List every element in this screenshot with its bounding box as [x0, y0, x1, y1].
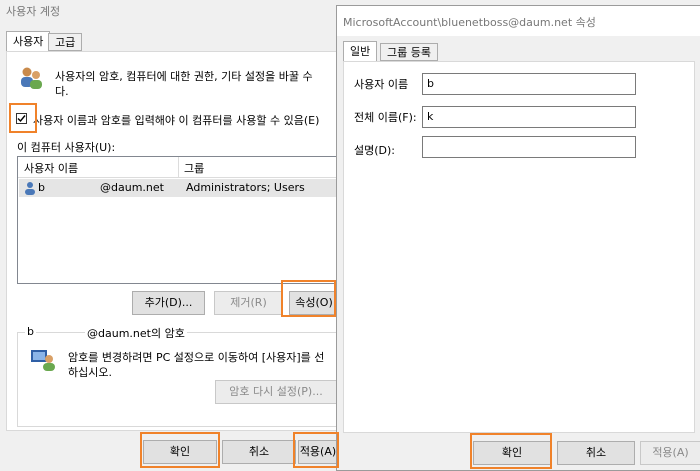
username-label: 사용자 이름 — [354, 78, 409, 91]
users-table[interactable]: 사용자 이름 그룹 b @daum.net Administrators; Us… — [17, 156, 338, 284]
cancel-button[interactable]: 취소 — [557, 441, 635, 465]
password-group-title: @daum.net의 암호 — [85, 325, 187, 341]
column-header-username[interactable]: 사용자 이름 — [24, 160, 78, 176]
tab-general[interactable]: 일반 — [343, 41, 378, 62]
check-icon — [17, 115, 26, 123]
fullname-field[interactable]: k — [422, 106, 636, 128]
apply-button[interactable]: 적용(A) — [298, 440, 338, 464]
ok-button[interactable]: 확인 — [473, 441, 551, 465]
table-row[interactable]: b @daum.net Administrators; Users — [19, 179, 336, 197]
password-group-user: b — [25, 325, 36, 338]
users-list-label: 이 컴퓨터 사용자(U): — [17, 141, 116, 154]
users-icon — [17, 64, 45, 92]
window-title: 사용자 계정 — [6, 5, 61, 18]
titlebar: MicrosoftAccount\bluenetboss@daum.net 속성 — [337, 6, 700, 36]
users-tab-panel: 사용자의 암호, 컴퓨터에 대한 권한, 기타 설정을 바꿀 수 다. 사용자 … — [6, 51, 339, 431]
user-group-cell: Administrators; Users — [186, 181, 305, 194]
description-label: 설명(D): — [354, 144, 395, 157]
intro-text-line1: 사용자의 암호, 컴퓨터에 대한 권한, 기타 설정을 바꿀 수 — [55, 70, 313, 83]
general-tab-panel: 사용자 이름 b 전체 이름(F): k 설명(D): — [343, 61, 695, 433]
column-header-group[interactable]: 그룹 — [184, 160, 204, 176]
tab-group-membership[interactable]: 그룹 등록 — [380, 43, 438, 61]
tab-advanced[interactable]: 고급 — [48, 33, 83, 51]
user-password-icon — [30, 348, 58, 372]
remove-user-button[interactable]: 제거(R) — [214, 291, 283, 315]
password-text-line1: 암호를 변경하려면 PC 설정으로 이동하여 [사용자]를 선 — [68, 351, 325, 364]
username-field[interactable]: b — [422, 73, 636, 95]
user-accounts-window: 사용자 계정 사용자 고급 사용자의 암호, 컴퓨터에 대한 권한, 기타 설정… — [0, 0, 339, 471]
password-text-line2: 하십시오. — [68, 366, 112, 379]
require-password-checkbox[interactable] — [16, 113, 27, 124]
ok-button[interactable]: 확인 — [143, 440, 217, 464]
require-password-label[interactable]: 사용자 이름과 암호를 입력해야 이 컴퓨터를 사용할 수 있음(E) — [33, 112, 319, 128]
account-properties-window: MicrosoftAccount\bluenetboss@daum.net 속성… — [336, 5, 700, 471]
apply-button[interactable]: 적용(A) — [640, 441, 700, 465]
tab-users[interactable]: 사용자 — [6, 31, 51, 52]
properties-button[interactable]: 속성(O) — [289, 291, 339, 315]
fullname-label: 전체 이름(F): — [354, 111, 417, 124]
user-email-cell: @daum.net — [100, 181, 164, 194]
user-name-cell: b — [38, 181, 45, 194]
intro-text-line2: 다. — [55, 85, 69, 98]
cancel-button[interactable]: 취소 — [222, 440, 296, 464]
description-field[interactable] — [422, 136, 636, 158]
window-title: MicrosoftAccount\bluenetboss@daum.net 속성 — [343, 16, 596, 29]
reset-password-button[interactable]: 암호 다시 설정(P)... — [215, 380, 337, 404]
user-icon — [23, 181, 37, 195]
add-user-button[interactable]: 추가(D)... — [132, 291, 205, 315]
